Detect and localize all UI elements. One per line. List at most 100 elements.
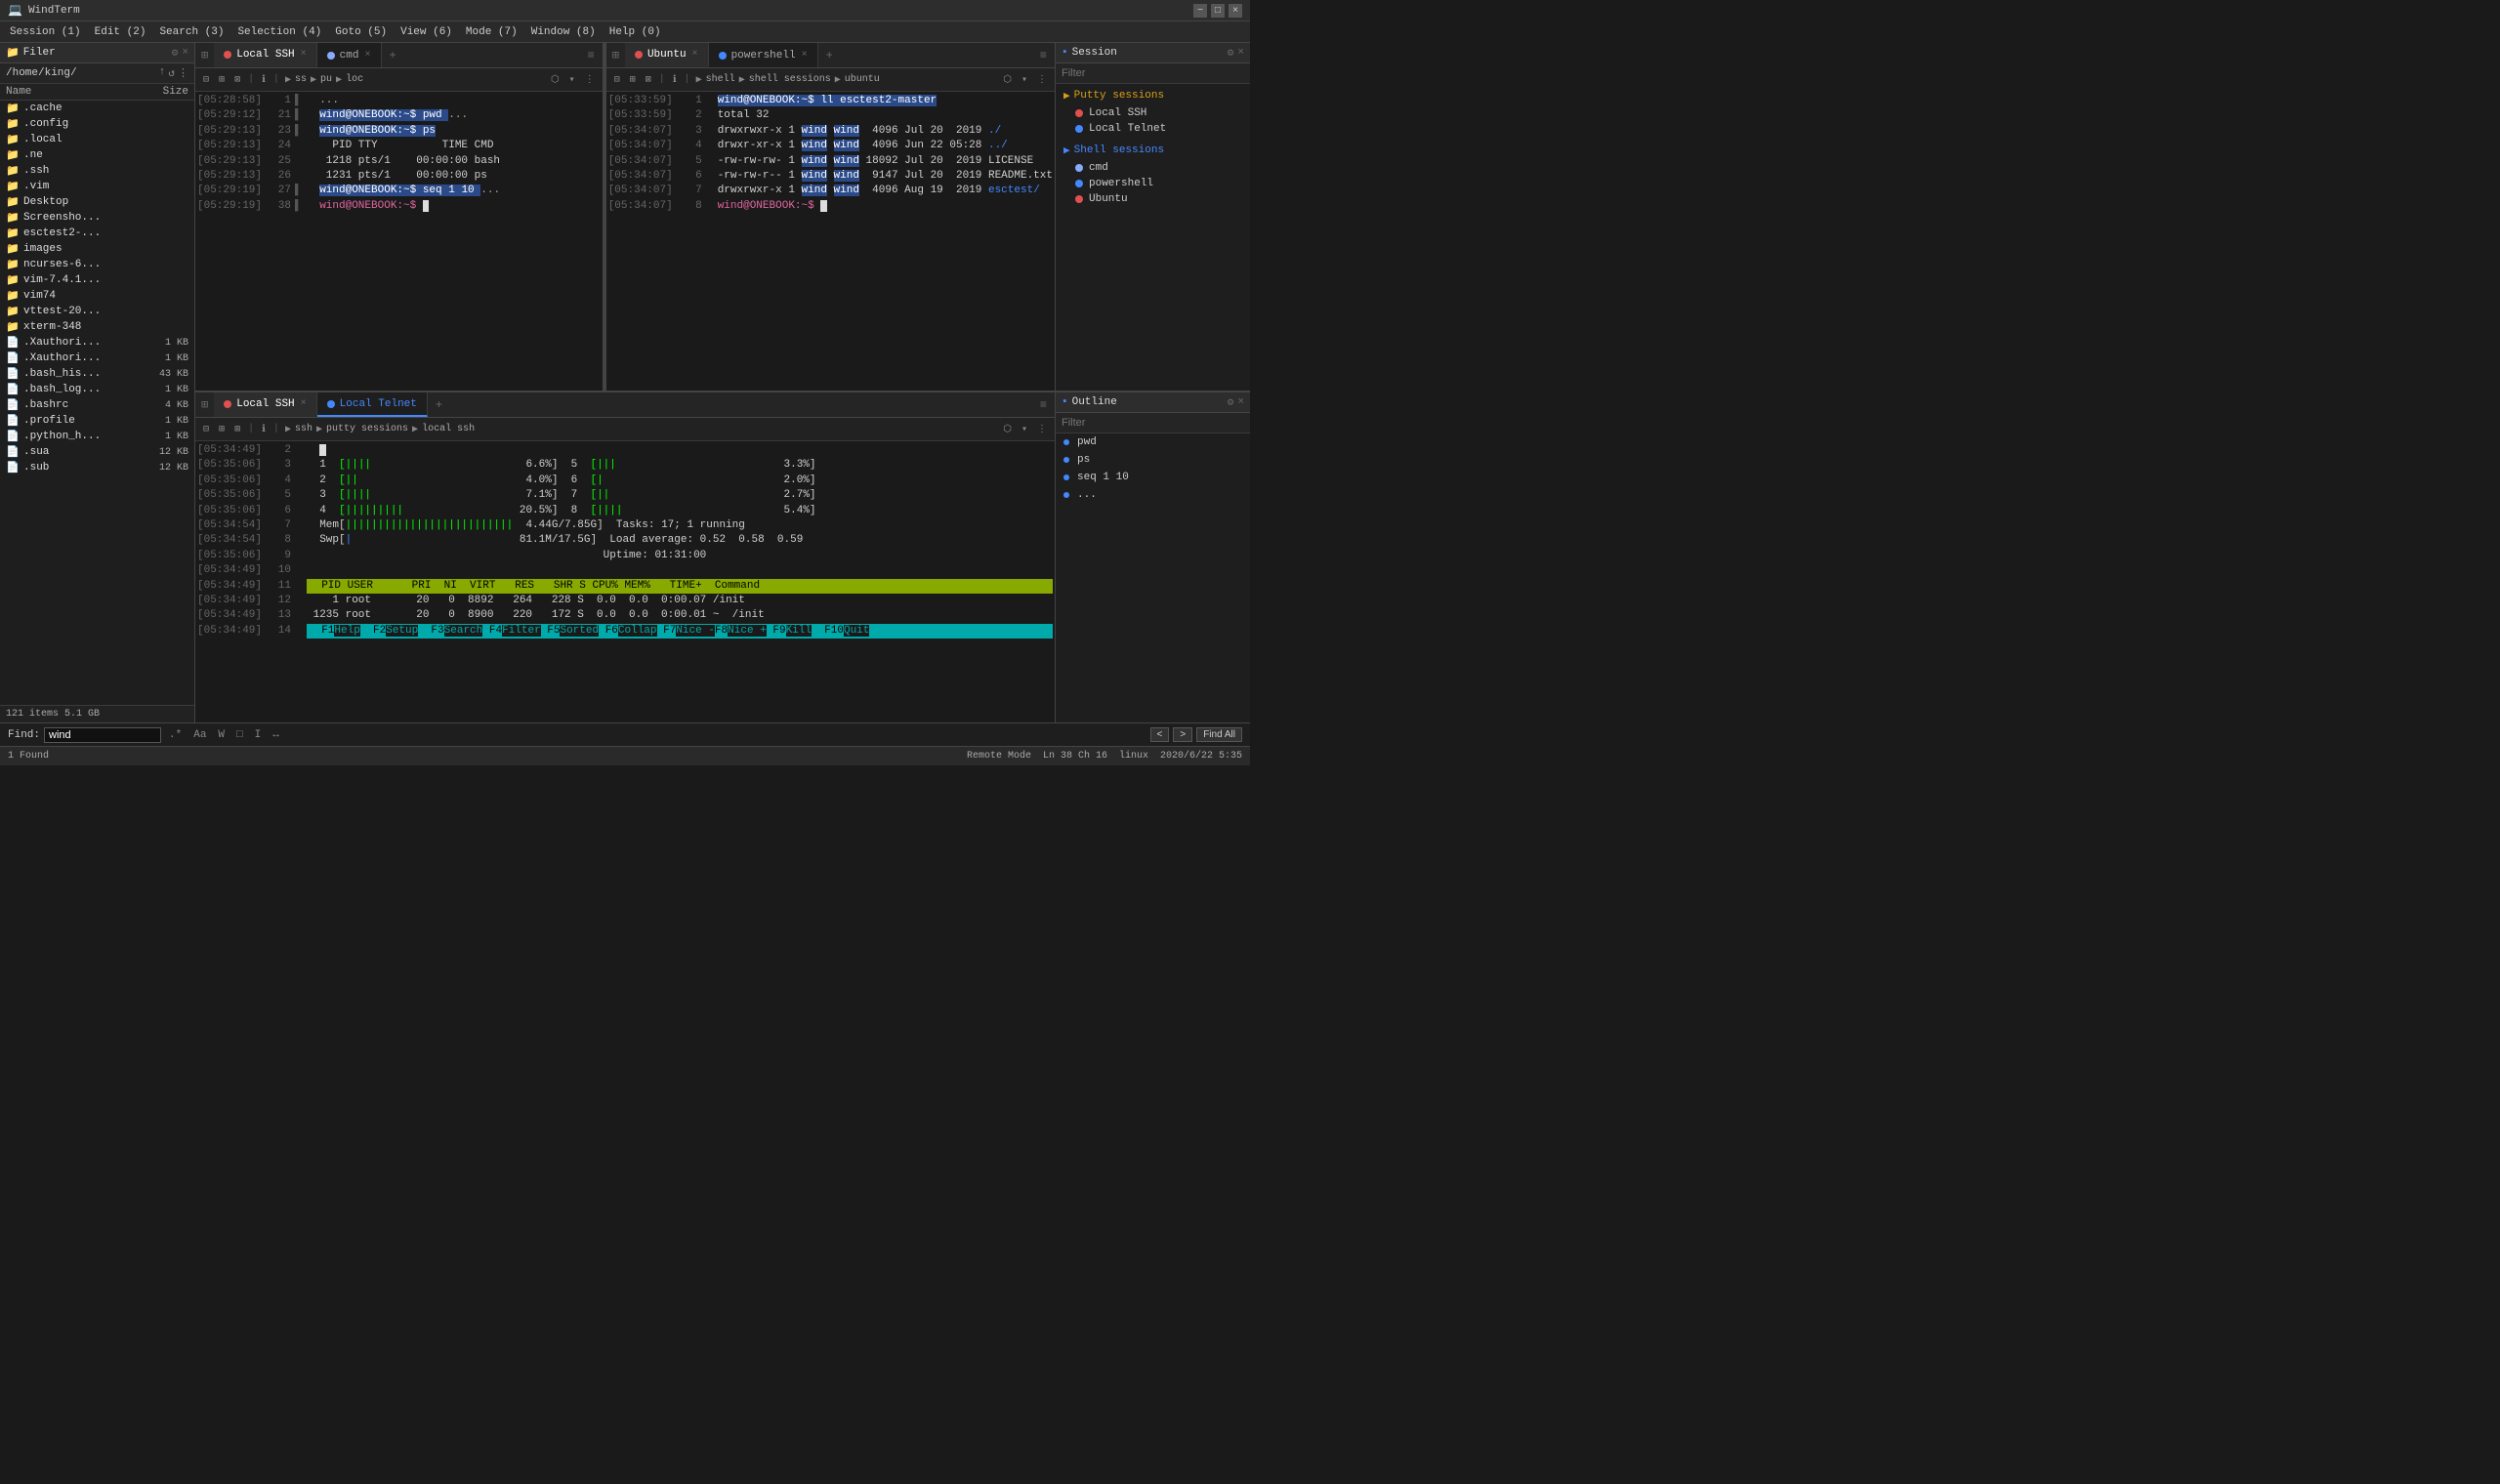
filer-item[interactable]: 📁.vim xyxy=(0,179,194,194)
info-btn[interactable]: ℹ xyxy=(669,73,681,87)
more-btn[interactable]: ⋮ xyxy=(581,73,599,87)
outline-close-icon[interactable]: × xyxy=(1237,396,1244,408)
tab-menu-button[interactable]: ≡ xyxy=(580,46,603,65)
tab-close-icon[interactable]: × xyxy=(364,50,370,61)
menu-item[interactable]: Selection (4) xyxy=(231,24,327,40)
session-group-putty-header[interactable]: ▶ Putty sessions xyxy=(1056,86,1250,105)
menu-item[interactable]: Session (1) xyxy=(4,24,87,40)
find-word-icon[interactable]: W xyxy=(214,728,229,742)
info-btn[interactable]: ℹ xyxy=(258,423,270,436)
split-v-btn[interactable]: ⊞ xyxy=(215,423,229,436)
top-left-terminal[interactable]: [05:28:58]1▌ ...[05:29:12]21▌ wind@ONEBO… xyxy=(195,92,603,391)
find-input[interactable] xyxy=(44,727,161,743)
tab-add-button[interactable]: + xyxy=(382,46,404,65)
tab-close-icon[interactable]: × xyxy=(301,398,307,409)
session-settings-icon[interactable]: ⚙ xyxy=(1228,46,1234,60)
filer-item[interactable]: 📄.Xauthori...1 KB xyxy=(0,350,194,366)
find-next-button[interactable]: > xyxy=(1173,727,1192,742)
menu-item[interactable]: Help (0) xyxy=(604,24,667,40)
tab-local-ssh-top[interactable]: Local SSH × xyxy=(214,43,316,67)
find-all-button[interactable]: Find All xyxy=(1196,727,1242,742)
tab-menu-button[interactable]: ≡ xyxy=(1032,395,1055,415)
find-prev-button[interactable]: < xyxy=(1150,727,1170,742)
split-h-btn[interactable]: ⊠ xyxy=(230,423,244,436)
session-group-shell-header[interactable]: ▶ Shell sessions xyxy=(1056,141,1250,160)
outline-item[interactable]: seq 1 10 xyxy=(1056,469,1250,486)
split-btn[interactable]: ⊟ xyxy=(199,423,213,436)
menu-item[interactable]: Goto (5) xyxy=(329,24,393,40)
expand-btn[interactable]: ⬡ xyxy=(999,73,1016,87)
menu-item[interactable]: Edit (2) xyxy=(89,24,152,40)
dropdown-btn[interactable]: ▾ xyxy=(565,73,579,87)
info-btn[interactable]: ℹ xyxy=(258,73,270,87)
filer-item[interactable]: 📄.bash_his...43 KB xyxy=(0,366,194,382)
filer-item[interactable]: 📁images xyxy=(0,241,194,257)
tab-powershell[interactable]: powershell × xyxy=(709,43,818,67)
filer-item[interactable]: 📁.local xyxy=(0,132,194,147)
top-right-terminal[interactable]: [05:33:59]1 wind@ONEBOOK:~$ ll esctest2-… xyxy=(606,92,1055,391)
split-right-icon[interactable]: ⊞ xyxy=(606,45,625,65)
find-case-icon[interactable]: Aa xyxy=(189,728,210,742)
tab-cmd[interactable]: cmd × xyxy=(317,43,382,67)
outline-filter-input[interactable] xyxy=(1062,417,1244,429)
filer-item[interactable]: 📁ncurses-6... xyxy=(0,257,194,272)
filer-item[interactable]: 📁esctest2-... xyxy=(0,226,194,241)
split-btn[interactable]: ⊟ xyxy=(199,73,213,87)
split-v-btn[interactable]: ⊞ xyxy=(626,73,640,87)
filer-item[interactable]: 📁.cache xyxy=(0,101,194,116)
bottom-terminal-content[interactable]: [05:34:49]2 [05:35:06]3 1 [|||| 6.6%] 5 … xyxy=(195,441,1055,722)
expand-btn[interactable]: ⬡ xyxy=(999,423,1016,436)
filer-item[interactable]: 📁.ne xyxy=(0,147,194,163)
dropdown-btn[interactable]: ▾ xyxy=(1018,423,1031,436)
dropdown-btn[interactable]: ▾ xyxy=(1018,73,1031,87)
tab-local-telnet[interactable]: Local Telnet xyxy=(317,392,428,417)
split-btn[interactable]: ⊟ xyxy=(610,73,624,87)
session-item-ubuntu[interactable]: Ubuntu xyxy=(1056,191,1250,207)
session-item-powershell[interactable]: powershell xyxy=(1056,176,1250,191)
tab-add-button[interactable]: + xyxy=(428,395,450,415)
filer-item[interactable]: 📄.profile1 KB xyxy=(0,413,194,429)
filer-item[interactable]: 📁.ssh xyxy=(0,163,194,179)
outline-item[interactable]: ps xyxy=(1056,451,1250,469)
split-left-icon[interactable]: ⊞ xyxy=(195,45,214,65)
tab-close-icon[interactable]: × xyxy=(802,50,808,61)
filer-item[interactable]: 📁vim-7.4.1... xyxy=(0,272,194,288)
filer-item[interactable]: 📁.config xyxy=(0,116,194,132)
filer-item[interactable]: 📄.bashrc4 KB xyxy=(0,397,194,413)
expand-btn[interactable]: ⬡ xyxy=(547,73,563,87)
session-item-local-ssh[interactable]: Local SSH xyxy=(1056,105,1250,121)
filer-item[interactable]: 📁Screensho... xyxy=(0,210,194,226)
find-box-icon[interactable]: □ xyxy=(232,728,247,742)
split-v-btn[interactable]: ⊞ xyxy=(215,73,229,87)
split-h-btn[interactable]: ⊠ xyxy=(230,73,244,87)
session-filter-input[interactable] xyxy=(1062,67,1244,79)
filer-up-icon[interactable]: ↑ xyxy=(159,66,166,80)
find-i-icon[interactable]: I xyxy=(251,728,266,742)
filer-item[interactable]: 📄.sub12 KB xyxy=(0,460,194,475)
find-expand-icon[interactable]: ↔ xyxy=(269,728,283,742)
filer-item[interactable]: 📁xterm-348 xyxy=(0,319,194,335)
tab-ubuntu[interactable]: Ubuntu × xyxy=(625,43,709,67)
filer-item[interactable]: 📄.python_h...1 KB xyxy=(0,429,194,444)
minimize-button[interactable]: − xyxy=(1193,4,1207,18)
close-button[interactable]: × xyxy=(1229,4,1242,18)
menu-item[interactable]: Search (3) xyxy=(153,24,229,40)
tab-add-button[interactable]: + xyxy=(818,46,841,65)
session-item-cmd[interactable]: cmd xyxy=(1056,160,1250,176)
session-close-icon[interactable]: × xyxy=(1237,47,1244,59)
maximize-button[interactable]: □ xyxy=(1211,4,1225,18)
more-btn[interactable]: ⋮ xyxy=(1033,423,1051,436)
filer-item[interactable]: 📄.sua12 KB xyxy=(0,444,194,460)
outline-settings-icon[interactable]: ⚙ xyxy=(1228,395,1234,409)
outline-item[interactable]: ... xyxy=(1056,486,1250,504)
filer-item[interactable]: 📁Desktop xyxy=(0,194,194,210)
split-h-btn[interactable]: ⊠ xyxy=(642,73,655,87)
menu-item[interactable]: View (6) xyxy=(395,24,458,40)
filer-item[interactable]: 📁vttest-20... xyxy=(0,304,194,319)
filer-item[interactable]: 📄.bash_log...1 KB xyxy=(0,382,194,397)
filer-close-icon[interactable]: × xyxy=(182,47,188,59)
filer-item[interactable]: 📄.Xauthori...1 KB xyxy=(0,335,194,350)
more-btn[interactable]: ⋮ xyxy=(1033,73,1051,87)
tab-close-icon[interactable]: × xyxy=(301,49,307,60)
outline-item[interactable]: pwd xyxy=(1056,433,1250,451)
